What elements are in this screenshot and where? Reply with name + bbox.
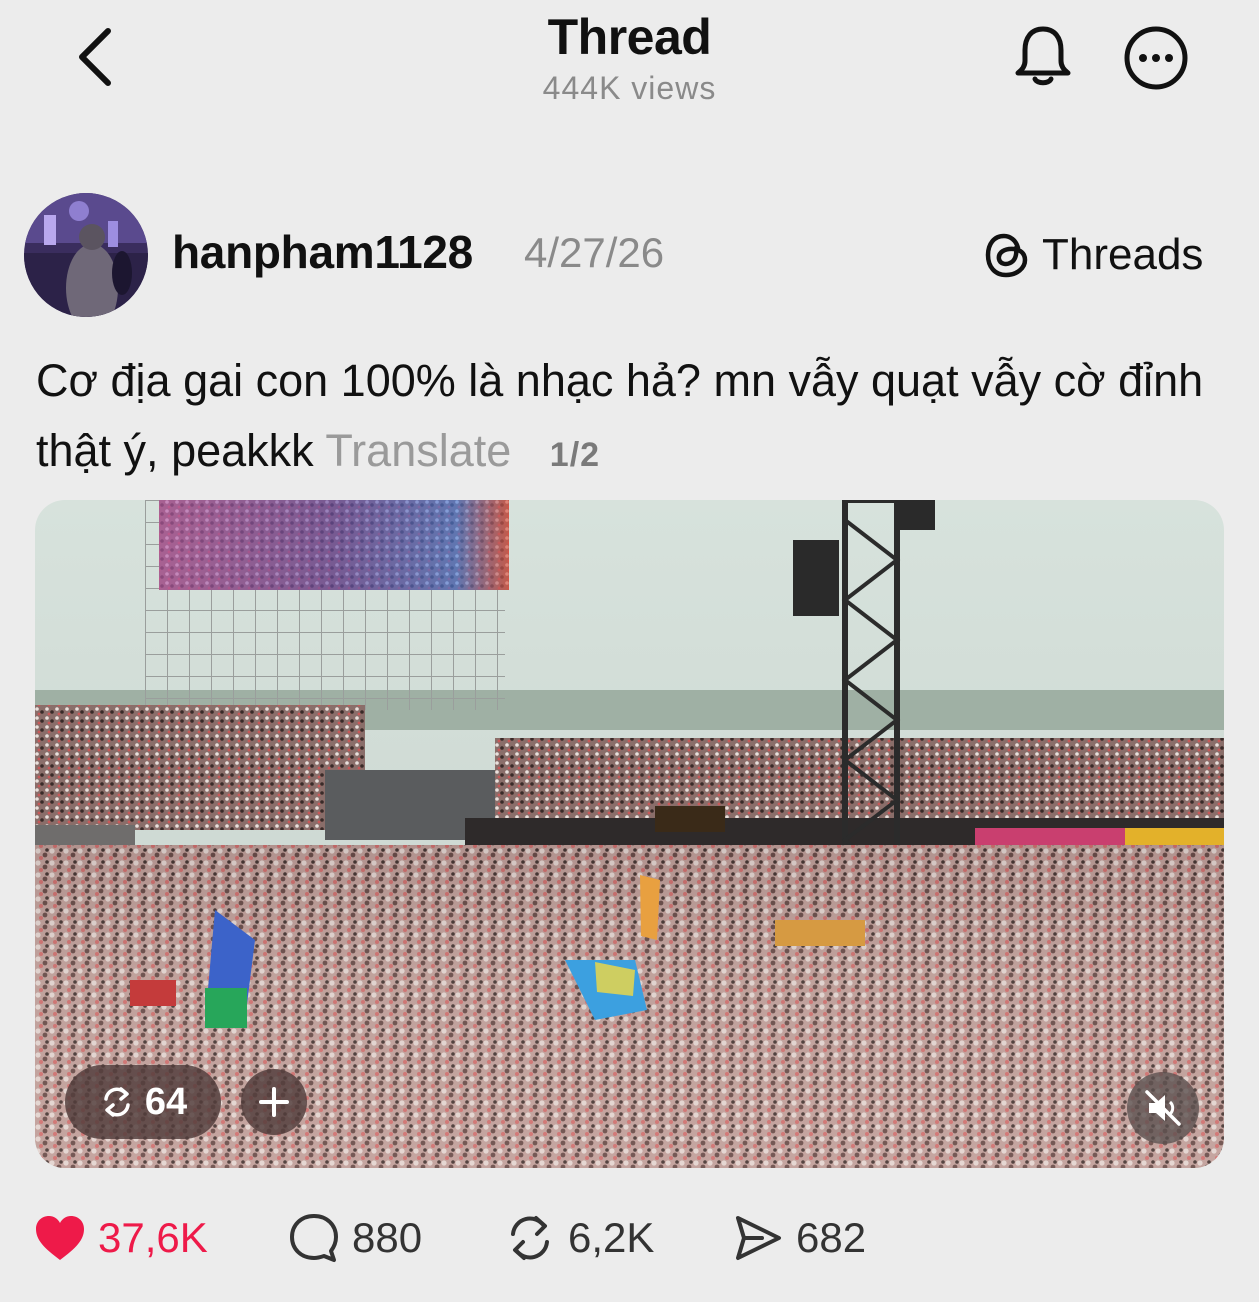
repost-icon: [511, 1216, 549, 1260]
repost-button[interactable]: 6,2K: [504, 1200, 654, 1276]
media-repost-button[interactable]: 64: [65, 1065, 221, 1139]
action-bar: 37,6K 880 6,2K 682: [0, 1200, 1259, 1276]
share-button[interactable]: 682: [732, 1200, 866, 1276]
send-icon: [736, 1216, 781, 1260]
translate-link[interactable]: Translate: [325, 425, 511, 476]
media-repost-count: 64: [144, 1080, 188, 1123]
avatar[interactable]: [24, 193, 148, 317]
muted-speaker-icon: [1145, 1090, 1181, 1126]
share-count: 682: [796, 1214, 867, 1261]
mute-toggle-button[interactable]: [1127, 1072, 1199, 1144]
concert-crowd-image: [35, 500, 1224, 1168]
post-video[interactable]: 64: [35, 500, 1224, 1168]
post-text: Cơ địa gai con 100% là nhạc hả? mn vẫy q…: [36, 355, 1204, 476]
threads-logo-icon: [985, 233, 1028, 278]
post-date: 4/27/26: [524, 229, 665, 276]
threads-source-link[interactable]: Threads: [984, 226, 1203, 284]
heart-filled-icon: [36, 1216, 84, 1260]
comment-button[interactable]: 880: [288, 1200, 422, 1276]
repost-icon: [104, 1087, 130, 1117]
page-indicator: 1/2: [549, 436, 601, 474]
bell-icon: [1015, 26, 1071, 86]
repost-count: 6,2K: [568, 1214, 655, 1261]
like-count: 37,6K: [98, 1214, 208, 1261]
comment-icon: [290, 1214, 338, 1262]
notifications-button[interactable]: [1008, 20, 1078, 92]
top-bar: Thread 444K views: [0, 0, 1259, 140]
like-button[interactable]: 37,6K: [34, 1200, 208, 1276]
comment-count: 880: [352, 1214, 423, 1261]
post-body: Cơ địa gai con 100% là nhạc hả? mn vẫy q…: [36, 346, 1226, 490]
plus-icon: [259, 1087, 289, 1117]
more-options-button[interactable]: [1120, 22, 1192, 94]
threads-label: Threads: [1042, 230, 1204, 279]
add-button[interactable]: [241, 1069, 307, 1135]
username[interactable]: hanpham1128: [172, 225, 473, 279]
more-icon: [1124, 26, 1188, 90]
